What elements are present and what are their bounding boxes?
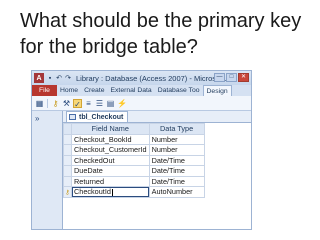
row-selector[interactable] [63, 154, 72, 166]
row-selector[interactable] [63, 165, 72, 177]
tab-database-tools[interactable]: Database Too [155, 85, 203, 96]
title-bar: A ▪ ↶ ↷ Library : Database (Access 2007)… [32, 71, 251, 85]
key-pencil-icon: ⚷ [65, 190, 70, 197]
tab-file[interactable]: File [32, 85, 57, 96]
table-row[interactable]: Checkout_BookId Number [63, 133, 205, 145]
table-design-view: tbl_Checkout Field Name Data Type Checko… [63, 111, 251, 229]
builder-icon[interactable]: ⚒ [62, 99, 71, 108]
maximize-button[interactable]: □ [226, 73, 237, 82]
text-caret [111, 188, 113, 196]
field-name-cell[interactable]: DueDate [71, 165, 150, 177]
tab-create[interactable]: Create [81, 85, 107, 96]
save-icon[interactable]: ▪ [46, 74, 54, 82]
minimize-button[interactable]: — [214, 73, 225, 82]
test-validation-icon[interactable]: ✓ [73, 98, 82, 109]
tab-home[interactable]: Home [57, 85, 81, 96]
data-type-cell[interactable]: Date/Time [148, 175, 205, 187]
column-header-data-type[interactable]: Data Type [148, 123, 205, 135]
window-controls: — □ ✕ [214, 73, 249, 82]
slide-question: What should be the primary key for the b… [20, 10, 302, 58]
table-row[interactable]: CheckedOut Date/Time [63, 154, 205, 166]
field-name-cell[interactable]: Checkout_BookId [71, 133, 150, 145]
grid-header: Field Name Data Type [63, 123, 205, 135]
document-tabs: tbl_Checkout [63, 111, 251, 123]
tab-external-data[interactable]: External Data [108, 85, 155, 96]
indexes-icon[interactable]: ⚡ [117, 99, 127, 108]
tab-design[interactable]: Design [202, 85, 232, 96]
undo-icon[interactable]: ↶ [55, 74, 63, 82]
row-selector[interactable] [63, 144, 72, 156]
delete-rows-icon[interactable]: ☰ [95, 99, 104, 108]
tab-label: tbl_Checkout [79, 113, 124, 121]
row-selector-header [63, 123, 72, 135]
column-header-field-name[interactable]: Field Name [71, 123, 150, 135]
table-row-active[interactable]: ⚷ CheckoutId AutoNumber [63, 186, 205, 198]
primary-key-icon[interactable]: ⚷ [51, 99, 60, 108]
data-type-cell[interactable]: Date/Time [148, 165, 205, 177]
row-selector[interactable] [63, 175, 72, 187]
field-grid: Field Name Data Type Checkout_BookId Num… [63, 123, 205, 198]
table-row[interactable]: DueDate Date/Time [63, 165, 205, 177]
toolbar-separator [47, 98, 48, 108]
window-title: Library : Database (Access 2007) - Micro… [76, 73, 231, 83]
table-row[interactable]: Checkout_CustomerId Number [63, 144, 205, 156]
close-button[interactable]: ✕ [238, 73, 249, 82]
access-icon[interactable]: A [34, 73, 44, 83]
property-sheet-icon[interactable]: ▤ [106, 99, 115, 108]
field-name-cell[interactable]: Checkout_CustomerId [71, 144, 150, 156]
data-type-cell[interactable]: Number [148, 144, 205, 156]
ribbon-tabs: File Home Create External Data Database … [32, 85, 251, 96]
redo-icon[interactable]: ↷ [64, 74, 72, 82]
table-icon [69, 114, 76, 120]
data-type-cell[interactable]: Date/Time [148, 154, 205, 166]
view-icon[interactable]: ▦ [35, 99, 44, 108]
shutter-bar-icon[interactable]: » [35, 114, 39, 123]
field-name-cell[interactable]: CheckedOut [71, 154, 150, 166]
field-name-cell-editing[interactable]: CheckoutId [71, 186, 150, 198]
data-type-cell[interactable]: Number [148, 133, 205, 145]
row-selector-active[interactable]: ⚷ [63, 186, 72, 198]
tab-tbl-checkout[interactable]: tbl_Checkout [66, 111, 129, 122]
row-selector[interactable] [63, 133, 72, 145]
insert-rows-icon[interactable]: ≡ [84, 99, 93, 108]
navigation-pane: » [32, 111, 63, 229]
ribbon-toolbar: ▦ ⚷ ⚒ ✓ ≡ ☰ ▤ ⚡ [32, 96, 251, 111]
table-row[interactable]: Returned Date/Time [63, 175, 205, 187]
workspace: » tbl_Checkout Field Name Data Type Chec… [32, 111, 251, 229]
field-name-cell[interactable]: Returned [71, 175, 150, 187]
access-window: A ▪ ↶ ↷ Library : Database (Access 2007)… [31, 70, 252, 230]
field-name-value: CheckoutId [74, 187, 111, 197]
data-type-cell[interactable]: AutoNumber [148, 186, 205, 198]
